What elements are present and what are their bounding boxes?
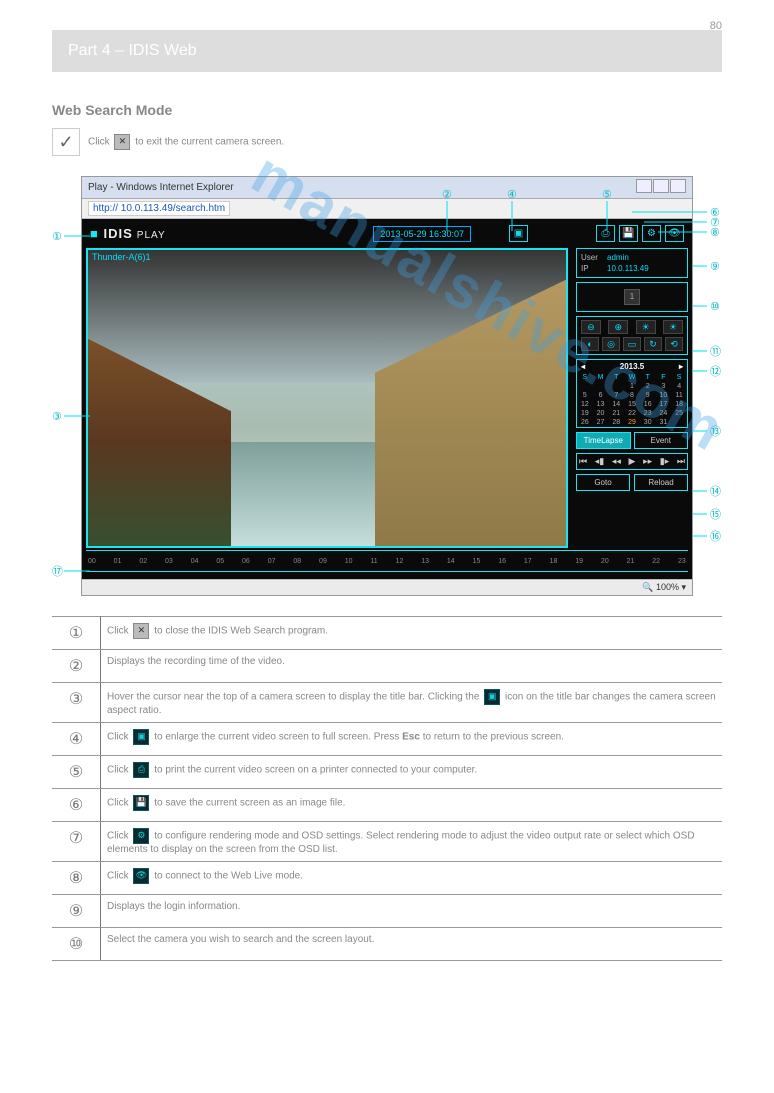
rotate-icon[interactable]: ↻ xyxy=(644,337,662,351)
zoom-out-icon[interactable]: ⊖ xyxy=(581,320,601,334)
close-icon: ✕ xyxy=(133,623,149,639)
svg-text:⑫: ⑫ xyxy=(710,365,721,378)
print-icon[interactable]: ⎙ xyxy=(596,225,615,242)
gear-inline-icon: ⚙ xyxy=(133,828,149,844)
rewind-icon[interactable]: ◂◂ xyxy=(612,456,621,467)
bright-down-icon[interactable]: ☀ xyxy=(636,320,656,334)
logo: ■ IDISPLAY xyxy=(90,226,166,241)
svg-text:⑭: ⑭ xyxy=(710,485,721,498)
svg-text:⑯: ⑯ xyxy=(710,530,721,543)
tab-timelapse[interactable]: TimeLapse xyxy=(576,432,631,449)
step-fwd-icon[interactable]: ▮▸ xyxy=(660,456,669,467)
playback-controls[interactable]: ⏮ ◂▮ ◂◂ ▶ ▸▸ ▮▸ ⏭ xyxy=(576,453,688,470)
calendar[interactable]: ◂2013.5▸ SMTWTFS 1234 567891011 12131415… xyxy=(576,359,688,428)
reload-button[interactable]: Reload xyxy=(634,474,688,491)
page-number: 80 xyxy=(710,20,722,32)
cal-prev-icon[interactable]: ◂ xyxy=(581,362,585,371)
svg-text:⑪: ⑪ xyxy=(710,345,721,358)
close-x-icon: ✕ xyxy=(114,134,130,150)
checkbox-note: Click ✕ Click X to exit the current came… xyxy=(88,128,284,150)
fullscreen-inline-icon: ▣ xyxy=(133,729,149,745)
cal-next-icon[interactable]: ▸ xyxy=(679,362,683,371)
saturation-icon[interactable]: ◎ xyxy=(602,337,620,351)
fullscreen-icon[interactable]: ▣ xyxy=(509,225,528,242)
window-title: Play - Windows Internet Explorer xyxy=(88,182,234,193)
svg-text:⑥: ⑥ xyxy=(710,207,720,219)
timeline[interactable]: 0001020304050607080910111213141516171819… xyxy=(86,550,688,572)
last-icon[interactable]: ⏭ xyxy=(677,456,685,467)
aspect-icon[interactable]: ▭ xyxy=(623,337,641,351)
print-inline-icon: ⎙ xyxy=(133,762,149,778)
step-back-icon[interactable]: ◂▮ xyxy=(595,456,604,467)
camera-selector[interactable]: 1 xyxy=(576,282,688,312)
login-info: Useradmin IP10.0.113.49 xyxy=(576,248,688,278)
datetime-display: 2013-05-29 16:30:07 xyxy=(373,226,471,242)
fast-fwd-icon[interactable]: ▸▸ xyxy=(643,456,652,467)
bright-up-icon[interactable]: ☀ xyxy=(663,320,683,334)
tab-event[interactable]: Event xyxy=(634,432,689,449)
play-icon[interactable]: ▶ xyxy=(629,456,636,467)
camera-title: Thunder-A(6)1 xyxy=(92,252,151,262)
svg-text:①: ① xyxy=(52,231,62,243)
gear-icon[interactable]: ⚙ xyxy=(642,225,661,242)
zoom-in-icon[interactable]: ⊕ xyxy=(608,320,628,334)
browser-status: 🔍 100% ▾ xyxy=(82,579,692,595)
url-field[interactable]: http:// 10.0.113.49/search.htm xyxy=(88,201,230,216)
aspect-inline-icon: ▣ xyxy=(484,689,500,705)
svg-text:③: ③ xyxy=(52,411,62,423)
svg-text:⑩: ⑩ xyxy=(710,301,720,313)
weblive-icon[interactable]: 👁 xyxy=(665,225,684,242)
svg-text:⑬: ⑬ xyxy=(710,425,721,438)
video-screen[interactable]: Thunder-A(6)1 xyxy=(86,248,568,548)
reset-icon[interactable]: ⟲ xyxy=(665,337,683,351)
image-controls[interactable]: ⊖ ⊕ ☀ ☀ ◐ ◎ ▭ ↻ ⟲ xyxy=(576,316,688,355)
callout-table: ①Click ✕ to close the IDIS Web Search pr… xyxy=(52,616,722,961)
svg-text:⑨: ⑨ xyxy=(710,261,720,273)
svg-text:⑧: ⑧ xyxy=(710,227,720,239)
check-mark-icon: ✓ xyxy=(52,128,80,156)
save-inline-icon: 💾 xyxy=(133,795,149,811)
svg-text:⑮: ⑮ xyxy=(710,508,721,521)
browser-window: Play - Windows Internet Explorer http://… xyxy=(81,176,693,596)
mode-title: Web Search Mode xyxy=(52,102,722,118)
section-heading: Part 4 – IDIS Web xyxy=(52,30,722,72)
svg-text:⑦: ⑦ xyxy=(710,217,720,229)
contrast-icon[interactable]: ◐ xyxy=(581,337,599,351)
search-mode-tabs[interactable]: TimeLapse Event xyxy=(576,432,688,449)
save-image-icon[interactable]: 💾 xyxy=(619,225,638,242)
window-buttons[interactable] xyxy=(635,179,686,196)
svg-text:⑰: ⑰ xyxy=(52,565,63,578)
first-icon[interactable]: ⏮ xyxy=(579,456,587,467)
eye-inline-icon: 👁 xyxy=(133,868,149,884)
goto-button[interactable]: Goto xyxy=(576,474,630,491)
